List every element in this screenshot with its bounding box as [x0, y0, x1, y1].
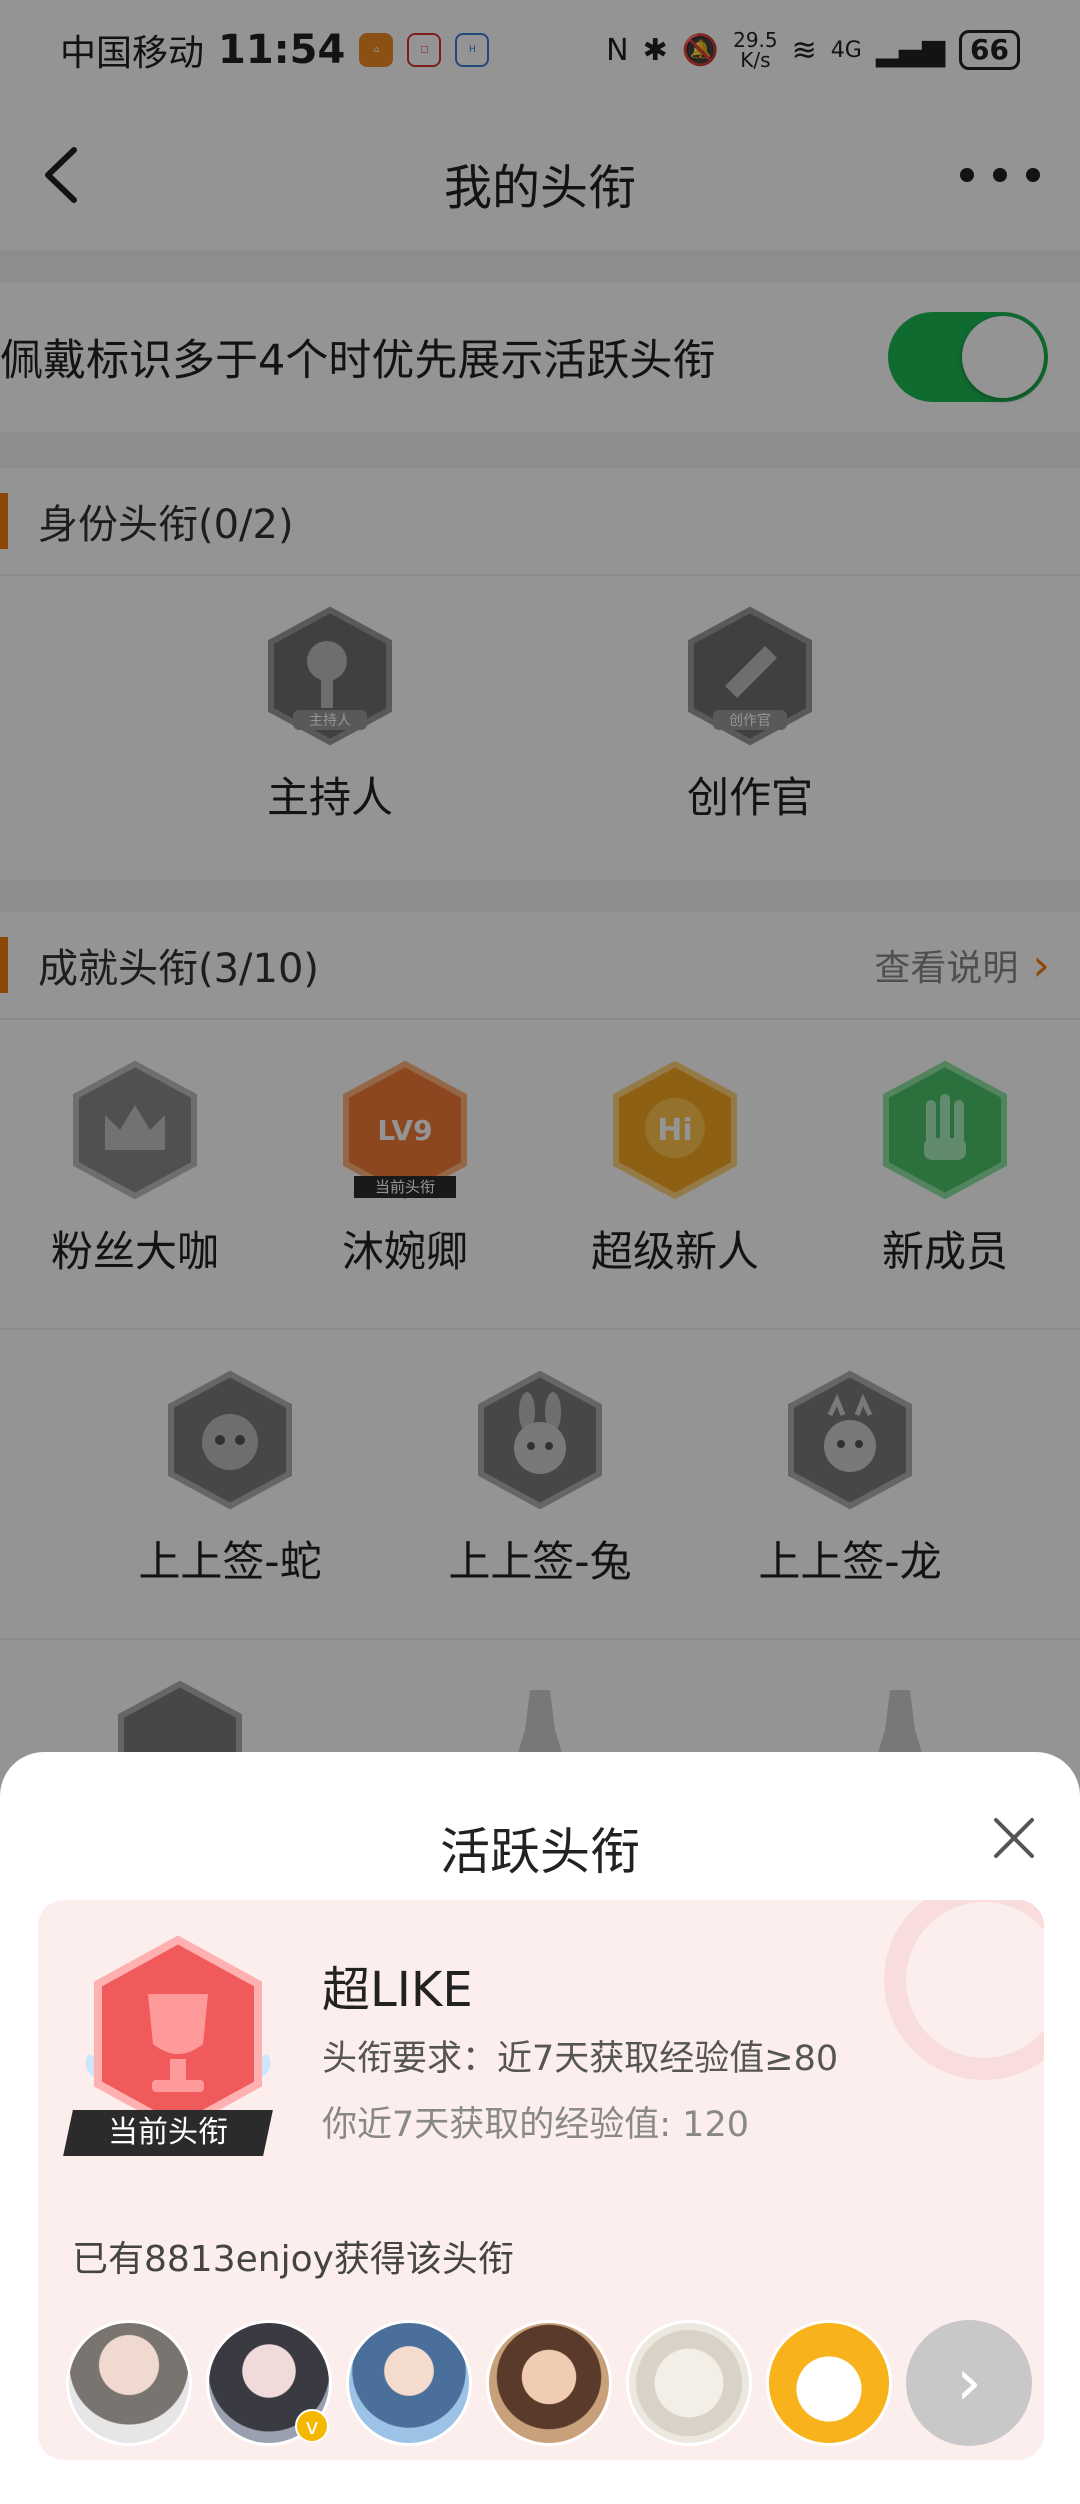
title-detail-card: 当前头衔 超LIKE 头衔要求：近7天获取经验值≥80 你近7天获取的经验值: …: [38, 1900, 1044, 2460]
sheet-title: 活跃头衔: [440, 1823, 640, 1881]
avatar[interactable]: [766, 2320, 892, 2446]
card-decoration: [884, 1900, 1044, 2080]
avatar[interactable]: [486, 2320, 612, 2446]
title-name: 超LIKE: [322, 1962, 473, 2018]
avatar[interactable]: [626, 2320, 752, 2446]
holder-avatars: v ›: [66, 2320, 1032, 2446]
avatar[interactable]: [346, 2320, 472, 2446]
close-icon[interactable]: [986, 1810, 1042, 1866]
verified-icon: v: [295, 2409, 329, 2443]
current-title-tag-text: 当前头衔: [108, 2115, 228, 2150]
current-title-badge: 当前头衔: [63, 2110, 273, 2156]
avatar[interactable]: [66, 2320, 192, 2446]
active-title-sheet: 活跃头衔 当前头衔 超LIKE 头衔要求：近7天获取经验值≥80 你近7天获取的…: [0, 1752, 1080, 2504]
user-experience: 你近7天获取的经验值: 120: [322, 2105, 749, 2145]
holders-count: 已有8813enjoy获得该头衔: [72, 2239, 514, 2280]
chevron-right-icon: ›: [956, 2346, 982, 2420]
avatar[interactable]: v: [206, 2320, 332, 2446]
more-avatars-button[interactable]: ›: [906, 2320, 1032, 2446]
title-requirement: 头衔要求：近7天获取经验值≥80: [322, 2039, 839, 2079]
